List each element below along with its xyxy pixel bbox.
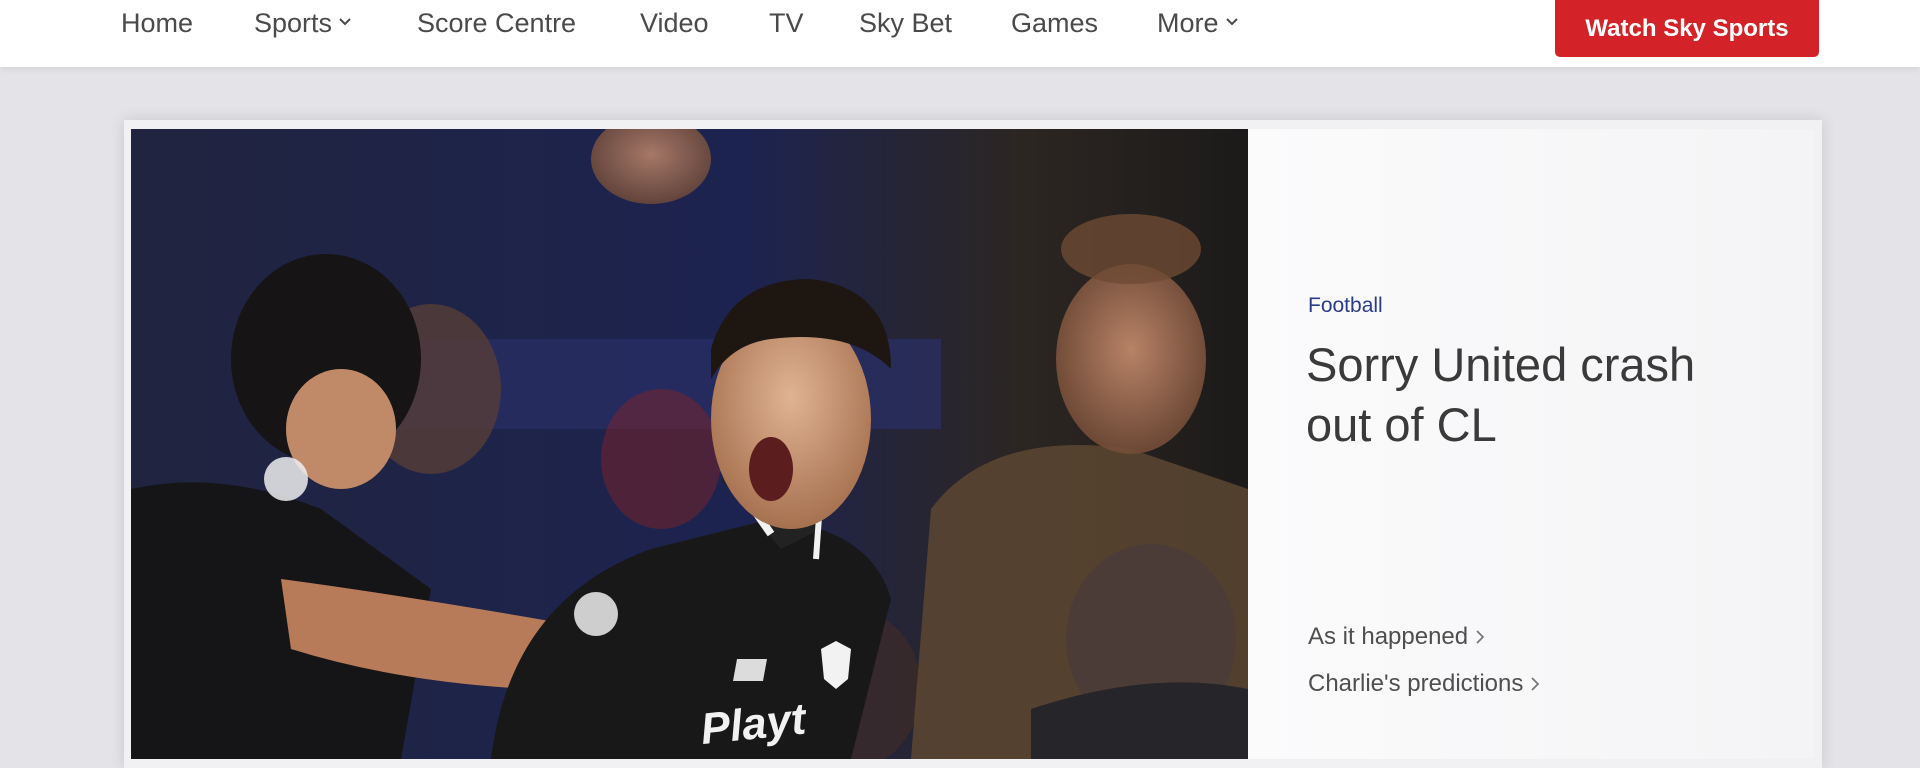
nav-item-more[interactable]: More [1157, 8, 1239, 38]
chevron-right-icon [1476, 630, 1485, 644]
nav-item-label: TV [769, 8, 804, 38]
nav-item-score-centre[interactable]: Score Centre [417, 8, 576, 38]
nav-item-label: Games [1011, 8, 1099, 38]
link-label: As it happened [1308, 623, 1469, 650]
nav-item-games[interactable]: Games [1011, 8, 1098, 38]
nav-item-label: Score Centre [417, 8, 577, 38]
nav-item-video[interactable]: Video [640, 8, 709, 38]
charlies-predictions-link[interactable]: Charlie's predictions [1308, 670, 1541, 698]
story-headline[interactable]: Sorry United crash out of CL [1306, 335, 1746, 455]
as-it-happened-link[interactable]: As it happened [1308, 623, 1486, 651]
watch-sky-sports-button[interactable]: Watch Sky Sports [1555, 0, 1819, 57]
top-navigation: Home Sports Score Centre Video TV Sky Be… [0, 0, 1920, 67]
nav-item-tv[interactable]: TV [769, 8, 804, 38]
link-label: Charlie's predictions [1308, 670, 1524, 697]
nav-item-label: Video [640, 8, 709, 38]
hero-story-card[interactable]: Playt Football Sorry United crash out of… [124, 120, 1822, 768]
hero-photo-illustration: Playt [131, 129, 1248, 759]
chevron-right-icon [1531, 677, 1540, 691]
nav-item-label: Sky Bet [859, 8, 953, 38]
nav-item-sky-bet[interactable]: Sky Bet [859, 8, 952, 38]
story-category[interactable]: Football [1308, 294, 1383, 318]
hero-photo[interactable]: Playt [131, 129, 1248, 759]
nav-item-label: Home [121, 8, 194, 38]
nav-item-label: Sports [254, 8, 333, 38]
chevron-down-icon [339, 18, 351, 26]
nav-item-sports[interactable]: Sports [254, 8, 352, 38]
nav-item-label: More [1157, 8, 1219, 38]
nav-item-home[interactable]: Home [121, 8, 193, 38]
chevron-down-icon [1225, 18, 1238, 26]
hero-text-panel: Football Sorry United crash out of CL As… [1248, 129, 1814, 759]
